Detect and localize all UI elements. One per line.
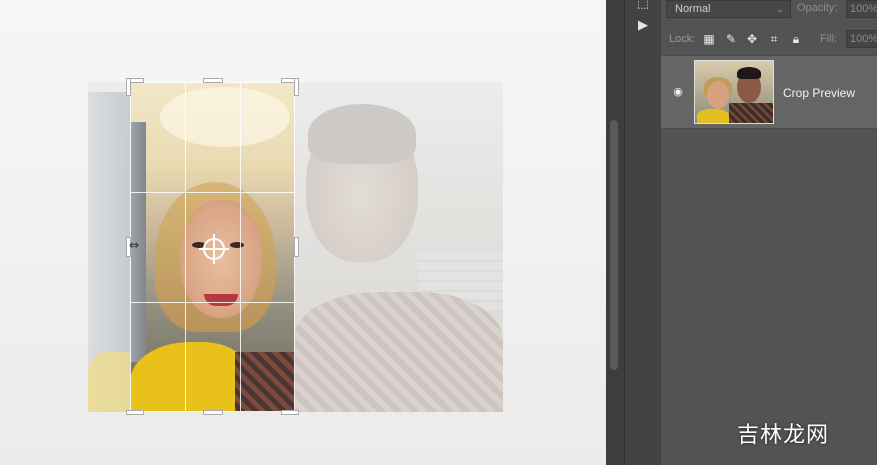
crop-handle-top[interactable] [203,78,223,83]
fill-label: Fill: [820,33,838,45]
play-icon[interactable]: ▶ [634,16,652,34]
fill-input[interactable]: 100% [846,30,877,48]
lock-label: Lock: [669,33,696,45]
panel-dock-icons: ⬚ ▶ [624,0,662,465]
crop-handle-top-left-v[interactable] [126,78,131,96]
document-canvas[interactable]: ⇔ [0,0,606,465]
history-icon[interactable]: ⬚ [634,0,652,12]
man-hair [308,104,416,164]
crop-grid-vertical-2 [240,82,241,412]
layer-row-crop-preview[interactable]: ◉ Crop Preview [661,55,877,129]
artboard-icon[interactable]: ⌗ [766,31,782,47]
horizontal-resize-cursor-icon: ⇔ [129,238,140,252]
watermark-logo: 吉林龙网 [737,423,830,448]
lock-icon[interactable]: 🔒︎ [788,31,804,47]
layer-name: Crop Preview [783,86,856,100]
yellow-dress-faded [88,352,130,412]
layers-panel: Normal ⌄ Opacity: 100% Lock: ▦ ✎ ✥ ⌗ 🔒︎ … [661,0,877,465]
lock-transparent-pixels-icon[interactable]: ▦ [701,31,717,47]
brush-icon[interactable]: ✎ [723,31,739,47]
layer-thumbnail [694,60,774,124]
crop-grid-vertical-1 [185,82,186,412]
crop-grid-horizontal-2 [130,302,295,303]
crop-handle-bottom-right[interactable] [281,410,299,415]
crop-handle-right[interactable] [294,237,299,257]
crop-handle-top-right-v[interactable] [294,78,299,96]
blend-opacity-row: Normal ⌄ Opacity: 100% [661,0,877,22]
crop-handle-bottom-left[interactable] [126,410,144,415]
move-icon[interactable]: ✥ [744,31,760,47]
canvas-scrollbar-area [606,0,624,465]
eye-icon[interactable]: ◉ [671,85,685,99]
lock-row: Lock: ▦ ✎ ✥ ⌗ 🔒︎ Fill: [661,28,877,50]
man-shirt [293,292,503,412]
crop-center-target-icon[interactable] [199,234,229,264]
blend-mode-select[interactable]: Normal ⌄ [666,0,791,18]
chevron-down-icon: ⌄ [776,4,784,14]
vertical-scrollbar[interactable] [610,120,618,370]
opacity-input[interactable]: 100% [846,0,877,18]
crop-grid-horizontal-1 [130,192,295,193]
thumb-woman-face [707,81,729,109]
thumb-yellow-dress [697,109,729,123]
crop-handle-bottom[interactable] [203,410,223,415]
thumb-man-hair [737,67,761,79]
opacity-label: Opacity: [797,2,838,14]
blend-mode-value: Normal [675,3,711,15]
thumb-shirt [729,103,773,123]
